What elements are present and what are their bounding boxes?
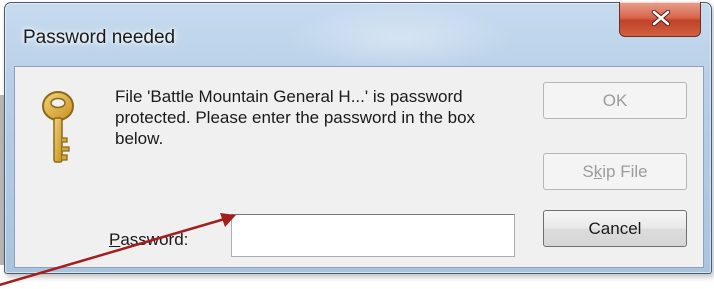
- skip-file-button[interactable]: Skip File: [543, 153, 687, 190]
- password-input[interactable]: [231, 214, 515, 257]
- password-label: Password:: [109, 230, 188, 250]
- cancel-button[interactable]: Cancel: [543, 210, 687, 247]
- dialog-body: File 'Battle Mountain General H...' is p…: [14, 66, 704, 268]
- password-label-accelerator: P: [109, 230, 121, 249]
- skip-file-accelerator: k: [593, 161, 603, 181]
- ok-button[interactable]: OK: [543, 82, 687, 119]
- password-label-text: assword:: [120, 230, 189, 249]
- close-button[interactable]: [619, 2, 701, 37]
- key-icon: [42, 91, 74, 163]
- skip-file-label-start: S: [582, 161, 594, 181]
- close-icon: [651, 10, 671, 26]
- skip-file-label-end: ip File: [602, 161, 648, 181]
- dialog-title: Password needed: [23, 27, 176, 48]
- dialog-message: File 'Battle Mountain General H...' is p…: [115, 87, 476, 148]
- password-dialog: Password needed File 'Battle Mountain Ge…: [4, 2, 712, 274]
